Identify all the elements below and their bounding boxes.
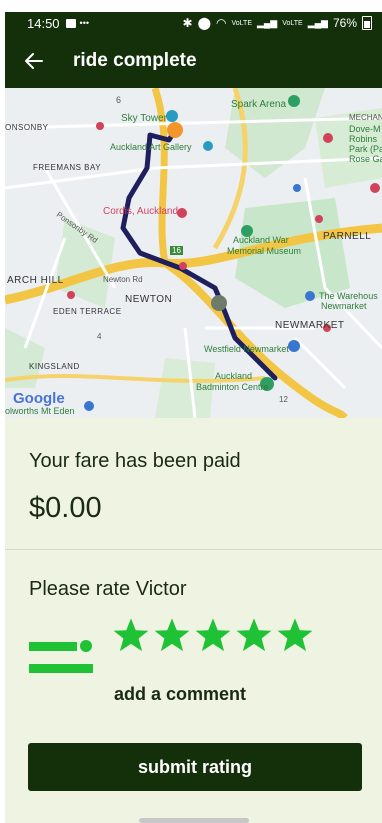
map-label: FREEMANS BAY [33, 163, 102, 172]
map-label: Auckland [215, 371, 253, 381]
add-comment-link[interactable]: add a comment [114, 684, 246, 705]
status-time: 14:50 [27, 15, 60, 31]
fare-status-text: Your fare has been paid [29, 450, 241, 472]
map-label: Auckland Art Gallery [110, 142, 192, 152]
map-label: MECHAN [349, 113, 382, 122]
map-label: NEWTON [125, 294, 173, 305]
google-attribution: Google [13, 390, 65, 407]
map-label: 4 [97, 332, 102, 341]
bluetooth-icon: ✱ [182, 16, 193, 30]
map-label: Sky Tower [121, 113, 167, 124]
map-label: Newmarket [321, 301, 367, 311]
map-label: NEWMARKET [275, 320, 345, 331]
gallery-notification-icon [65, 18, 76, 28]
battery-icon [362, 16, 372, 30]
screen: 14:50 ••• ✱ ⬤ ◠ VoLTE ▂▄▆ VoLTE ▂▄▆ 76% … [5, 0, 382, 823]
dropoff-marker [211, 295, 227, 311]
map-label: Memorial Museum [227, 246, 302, 256]
star-rating[interactable] [112, 616, 314, 654]
map-label: 6 [116, 95, 122, 105]
star-icon[interactable] [194, 616, 232, 654]
map-label: 12 [279, 395, 288, 404]
fare-panel: Your fare has been paid $0.00 [5, 418, 382, 550]
map-label: Badminton Centre [196, 382, 269, 392]
back-arrow-icon[interactable] [21, 48, 47, 74]
network-label-1: VoLTE [231, 19, 253, 27]
map-label: Park (Pa [349, 144, 382, 154]
star-icon[interactable] [276, 616, 314, 654]
map-label: 16 [170, 246, 183, 255]
map-label: Cordis, Auckland [103, 206, 179, 217]
map-label: Spark Arena [231, 99, 287, 110]
map-label: KINGSLAND [29, 362, 80, 371]
more-notifications-icon: ••• [79, 18, 89, 28]
app-bar: ride complete [5, 34, 382, 88]
home-indicator[interactable] [139, 818, 249, 823]
signal-icon-2: ▂▄▆ [307, 17, 328, 28]
map-label: Rose Ga [349, 154, 382, 164]
rate-driver-text: Please rate Victor [29, 578, 187, 600]
map-label: ARCH HILL [7, 275, 64, 286]
network-label-2: VoLTE [282, 19, 303, 27]
star-icon[interactable] [235, 616, 273, 654]
rating-panel: Please rate Victor add a comment submit … [5, 550, 382, 823]
fare-amount: $0.00 [29, 492, 102, 524]
map-label: Auckland War [233, 235, 289, 245]
status-bar: 14:50 ••• ✱ ⬤ ◠ VoLTE ▂▄▆ VoLTE ▂▄▆ 76% [5, 12, 382, 34]
map-label: PARNELL [323, 231, 372, 242]
map-label: Dove-M [349, 124, 381, 134]
map-label: ONSONBY [5, 123, 49, 132]
location-icon: ⬤ [197, 16, 212, 30]
pickup-marker [167, 122, 183, 138]
battery-percent: 76% [332, 16, 357, 30]
map-label: EDEN TERRACE [53, 307, 122, 316]
submit-rating-button[interactable]: submit rating [28, 743, 362, 791]
page-title: ride complete [73, 50, 197, 71]
map-label: The Warehous [319, 291, 378, 301]
map-label: Westfield Newmarket [204, 344, 289, 354]
star-icon[interactable] [112, 616, 150, 654]
map-label: Robins [349, 134, 378, 144]
map-label: olworths Mt Eden [5, 406, 75, 416]
route-map[interactable]: 6 Sky Tower Spark Arena ONSONBY MECHAN A… [5, 88, 382, 418]
wifi-icon: ◠ [216, 16, 227, 30]
brand-logo-icon [29, 640, 99, 674]
star-icon[interactable] [153, 616, 191, 654]
map-label: Newton Rd [103, 275, 143, 284]
signal-icon-1: ▂▄▆ [257, 17, 278, 28]
